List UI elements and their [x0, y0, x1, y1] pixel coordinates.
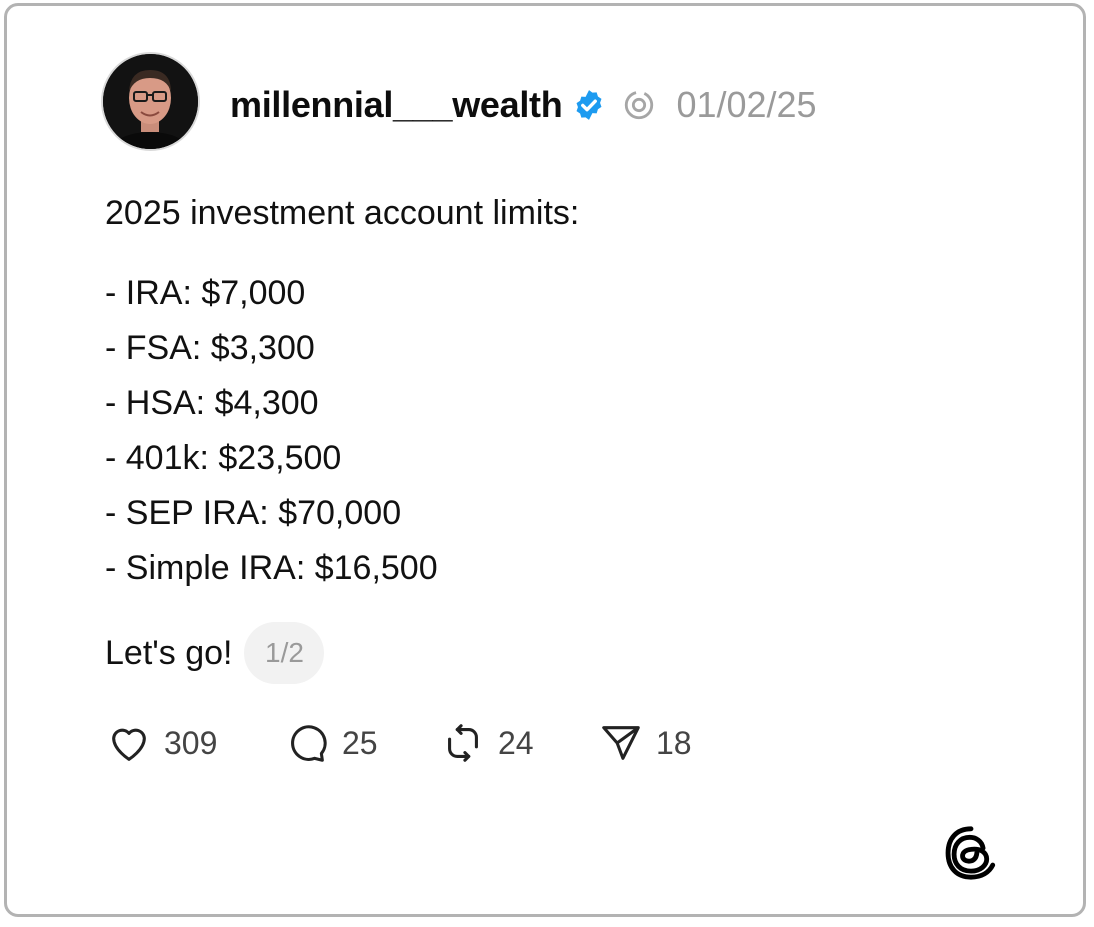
comment-icon — [291, 725, 327, 762]
list-item: - 401k: $23,500 — [105, 439, 342, 477]
username[interactable]: millennial___wealth — [230, 84, 563, 126]
reply-button[interactable]: 25 — [284, 720, 440, 766]
action-bar: 309 25 24 18 — [106, 718, 692, 768]
post-outro: Let's go! — [105, 633, 233, 672]
like-count: 309 — [164, 724, 218, 761]
post-header: millennial___wealth 01/02/25 — [230, 80, 817, 130]
post-date: 01/02/25 — [676, 84, 817, 125]
share-button[interactable]: 18 — [598, 720, 692, 766]
avatar[interactable] — [101, 52, 200, 151]
reply-count: 25 — [342, 724, 378, 761]
list-item: - FSA: $3,300 — [105, 329, 315, 367]
page-indicator-badge[interactable]: 1/2 — [244, 622, 325, 684]
threads-logo-icon — [945, 826, 996, 880]
list-item: - SEP IRA: $70,000 — [105, 494, 402, 532]
heart-icon — [112, 728, 146, 761]
thread-indicator-icon — [625, 90, 654, 120]
list-item: - HSA: $4,300 — [105, 384, 319, 422]
send-icon — [602, 726, 640, 760]
verified-badge-icon — [576, 90, 602, 120]
like-button[interactable]: 309 — [106, 720, 284, 766]
list-item: - IRA: $7,000 — [105, 274, 306, 312]
post-outro-row: Let's go! 1/2 — [105, 622, 325, 684]
repost-count: 24 — [498, 724, 534, 761]
share-count: 18 — [656, 724, 692, 761]
repost-icon — [448, 724, 478, 762]
repost-button[interactable]: 24 — [440, 720, 598, 766]
limits-list: - IRA: $7,000 - FSA: $3,300 - HSA: $4,30… — [105, 266, 438, 596]
post-intro: 2025 investment account limits: — [105, 194, 580, 232]
list-item: - Simple IRA: $16,500 — [105, 549, 438, 587]
